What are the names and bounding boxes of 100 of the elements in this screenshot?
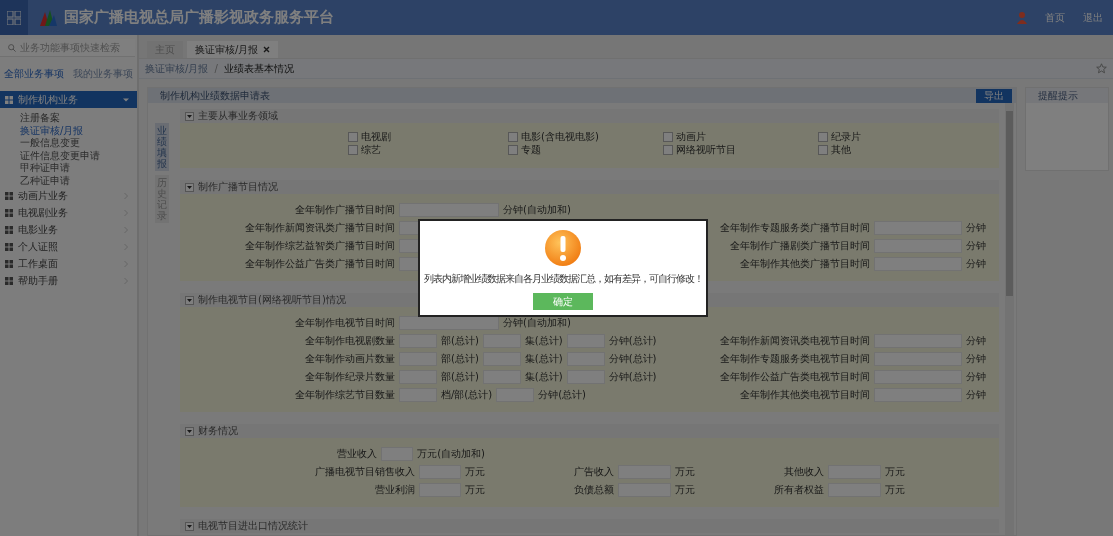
grid-icon (5, 259, 13, 268)
field-label: 全年制作电视剧数量 (304, 333, 395, 348)
field-label: 全年制作其他类电视节目时间 (739, 387, 870, 402)
section-toggle[interactable] (185, 111, 194, 121)
menu-group[interactable]: 电视剧业务 (0, 204, 137, 221)
field-label: 全年制作广播节目时间 (294, 202, 395, 217)
unit-label: 分钟(总计) (538, 387, 586, 402)
section-title: 制作广播节目情况 (198, 180, 278, 194)
menu-group[interactable]: 电影业务 (0, 221, 137, 238)
checkbox-label: 专题 (521, 143, 541, 157)
unit-label: 分钟 (966, 256, 986, 271)
unit-label: 档/部(总计) (441, 387, 493, 402)
field-label: 全年制作动画片数量 (304, 351, 395, 366)
checkbox[interactable] (818, 145, 828, 155)
menu-label: 工作桌面 (18, 256, 59, 271)
checkbox[interactable] (348, 132, 358, 142)
menu-item[interactable]: 换证审核/月报 (0, 124, 137, 137)
unit-label: 万元 (885, 482, 905, 497)
checkbox[interactable] (348, 145, 358, 155)
unit-label: 部(总计) (441, 351, 479, 366)
section-toggle[interactable] (185, 182, 194, 192)
menu-group[interactable]: 制作机构业务 (0, 91, 137, 108)
section-toggle[interactable] (185, 521, 194, 531)
export-button[interactable]: 导出 (976, 88, 1012, 103)
field-label: 负债总额 (572, 482, 614, 497)
field-label: 全年制作新闻资讯类广播节目时间 (244, 220, 395, 235)
side-tab[interactable]: 业绩填报 (155, 123, 169, 171)
section-title: 电视节目进出口情况统计 (198, 519, 308, 533)
unit-label: 分钟 (966, 387, 986, 402)
menu-group[interactable]: 工作桌面 (0, 255, 137, 272)
checkbox-label: 电视剧 (361, 130, 391, 144)
unit-label: 万元 (465, 464, 485, 479)
app-title: 国家广播电视总局广播影视政务服务平台 (64, 8, 334, 27)
scrollbar-thumb[interactable] (1006, 111, 1013, 296)
scrollbar[interactable] (1005, 103, 1014, 535)
breadcrumb-item: 业绩表基本情况 (223, 61, 294, 76)
field-label: 全年制作公益广告类电视节目时间 (720, 369, 870, 384)
field-label: 全年制作专题服务类广播节目时间 (720, 220, 870, 235)
menu-item[interactable]: 乙种证申请 (0, 174, 137, 187)
field-label: 全年制作其他类广播节目时间 (739, 256, 870, 271)
checkbox[interactable] (818, 132, 828, 142)
field-label: 全年制作电视节目时间 (294, 315, 395, 330)
section-toggle[interactable] (185, 295, 194, 305)
field-label: 全年制作新闻资讯类电视节目时间 (720, 333, 870, 348)
checkbox-label: 综艺 (361, 143, 381, 157)
field-label: 全年制作纪录片数量 (304, 369, 395, 384)
confirm-button[interactable]: 确定 (533, 293, 593, 310)
unit-label: 集(总计) (524, 333, 563, 348)
menu-label: 帮助手册 (18, 273, 59, 288)
caret-down-icon (123, 96, 129, 103)
menu-item[interactable]: 证件信息变更申请 (0, 149, 137, 162)
dialog-message: 列表内新增业绩数据来自各月业绩数据汇总，如有差异，可自行修改！ (423, 272, 703, 286)
menu-label: 个人证照 (18, 239, 59, 254)
menu-label: 电视剧业务 (18, 205, 69, 220)
checkbox-label: 其他 (831, 143, 851, 157)
sidebar-tab[interactable]: 我的业务事项 (70, 65, 135, 83)
caret-down-icon (187, 428, 192, 434)
checkbox[interactable] (508, 132, 518, 142)
unit-label: 万元 (675, 482, 695, 497)
menu-item[interactable]: 注册备案 (0, 112, 137, 125)
unit-label: 分钟 (966, 238, 986, 253)
grid-icon (5, 242, 13, 251)
checkbox-label: 电影(含电视电影) (521, 130, 599, 144)
menu-group[interactable]: 动画片业务 (0, 187, 137, 204)
grid-icon (5, 95, 13, 104)
checkbox[interactable] (663, 132, 673, 142)
checkbox[interactable] (508, 145, 518, 155)
unit-label: 分钟(总计) (608, 369, 657, 384)
breadcrumb-separator: / (214, 63, 218, 74)
field-label: 其他收入 (782, 464, 824, 479)
grid-icon (5, 225, 13, 234)
section-title: 主要从事业务领域 (198, 109, 278, 123)
checkbox-label: 动画片 (676, 130, 706, 144)
unit-label: 分钟 (966, 333, 986, 348)
menu-item[interactable]: 甲种证申请 (0, 162, 137, 175)
unit-label: 万元 (885, 464, 905, 479)
sidebar-tab[interactable]: 全部业务事项 (2, 65, 67, 83)
menu-label: 电影业务 (18, 222, 59, 237)
tab[interactable]: 换证审核/月报 (187, 41, 279, 58)
user-icon (1017, 11, 1027, 24)
menu-label: 动画片业务 (18, 188, 69, 203)
header-link[interactable]: 退出 (1083, 10, 1103, 25)
unit-label: 分钟(自动加和) (503, 202, 571, 217)
header-link[interactable]: 首页 (1045, 10, 1065, 25)
unit-label: 集(总计) (524, 369, 563, 384)
apps-grid-button[interactable] (0, 0, 28, 35)
checkbox-label: 纪录片 (831, 130, 861, 144)
field-label: 广播电视节目销售收入 (313, 464, 415, 479)
unit-label: 部(总计) (441, 369, 479, 384)
checkbox[interactable] (663, 145, 673, 155)
field-label: 全年制作广播剧类广播节目时间 (729, 238, 870, 253)
unit-label: 分钟(总计) (608, 333, 657, 348)
field-label: 营业收入 (336, 446, 378, 461)
section-toggle[interactable] (185, 426, 194, 436)
field-label: 全年制作公益广告类广播节目时间 (244, 256, 395, 271)
warning-icon (544, 229, 582, 267)
field-label: 全年制作专题服务类电视节目时间 (720, 351, 870, 366)
menu-group[interactable]: 帮助手册 (0, 272, 137, 289)
menu-group[interactable]: 个人证照 (0, 238, 137, 255)
unit-label: 部(总计) (441, 333, 479, 348)
